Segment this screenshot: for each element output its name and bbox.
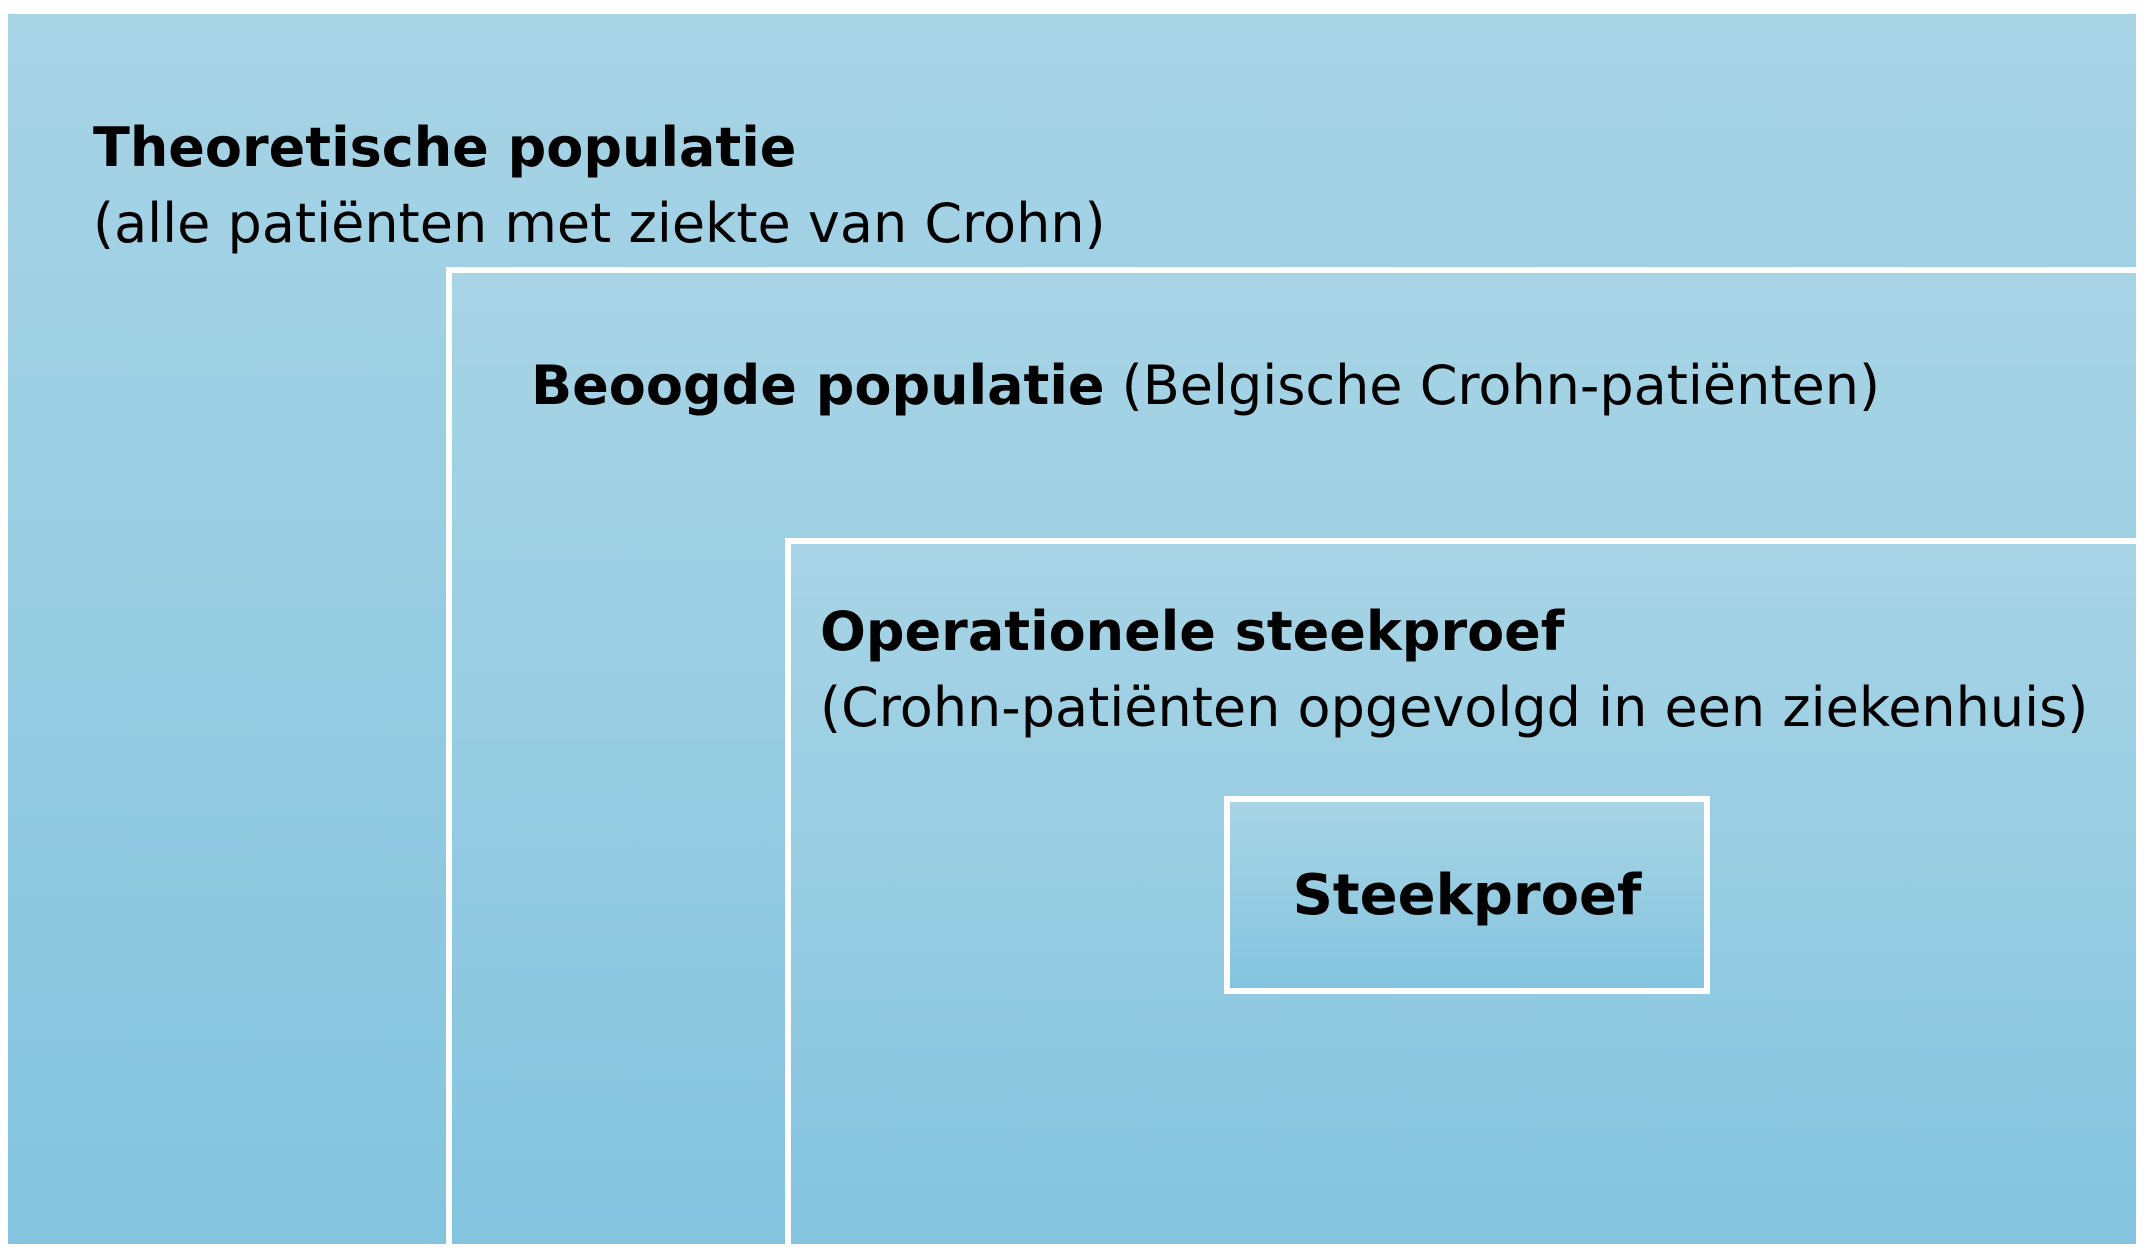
operational-sample-title: Operationele steekproef (820, 600, 1565, 663)
operational-sample-label: Operationele steekproef (Crohn-patiënten… (820, 594, 2088, 746)
theoretical-population-label: Theoretische populatie (alle patiënten m… (93, 110, 1106, 262)
sample-box: Steekproef (1224, 796, 1710, 994)
theoretical-population-description: (alle patiënten met ziekte van Crohn) (93, 192, 1106, 255)
target-population-label: Beoogde populatie (Belgische Crohn-patië… (531, 348, 1880, 424)
theoretical-population-title: Theoretische populatie (93, 116, 797, 179)
population-diagram: Theoretische populatie (alle patiënten m… (0, 0, 2148, 1252)
sample-title: Steekproef (1292, 862, 1642, 928)
target-population-description: (Belgische Crohn-patiënten) (1121, 354, 1881, 417)
target-population-title: Beoogde populatie (531, 354, 1105, 417)
operational-sample-description: (Crohn-patiënten opgevolgd in een zieken… (820, 676, 2089, 739)
